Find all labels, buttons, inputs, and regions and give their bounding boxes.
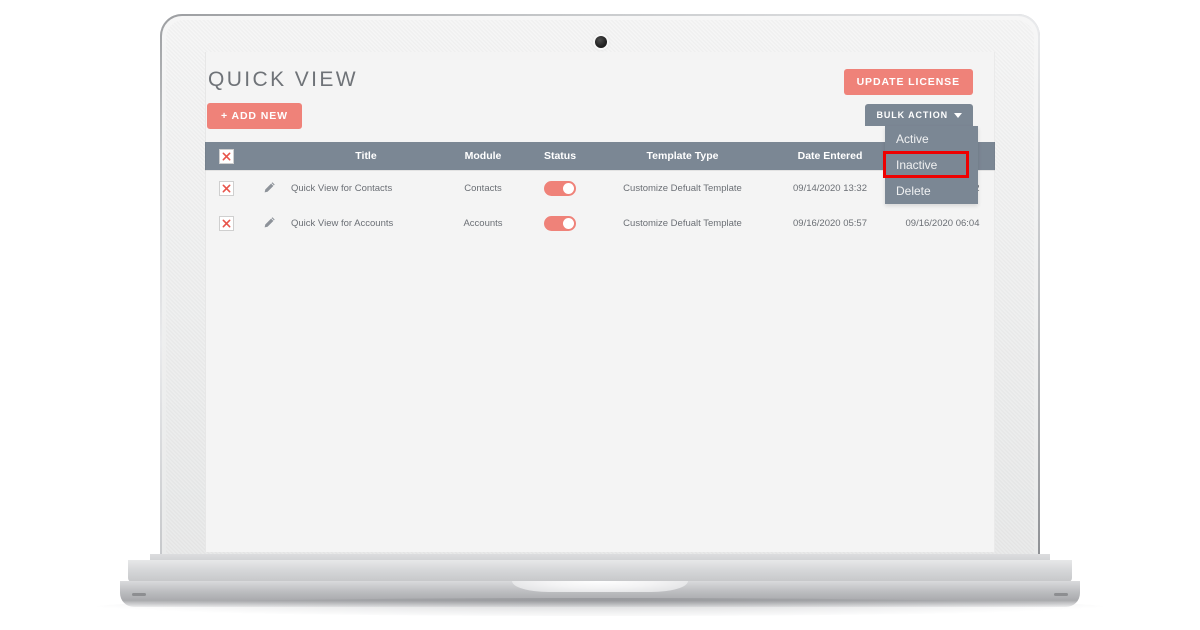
row-template-type: Customize Defualt Template	[623, 183, 742, 194]
laptop-foot-right	[1054, 593, 1068, 596]
laptop-drop-shadow	[96, 598, 1104, 616]
row-module: Accounts	[463, 218, 503, 229]
pencil-edit-icon[interactable]	[263, 181, 276, 197]
column-header-title[interactable]: Title	[291, 150, 441, 162]
column-header-module[interactable]: Module	[441, 150, 525, 162]
row-edit-cell[interactable]	[247, 181, 291, 197]
status-toggle[interactable]	[544, 181, 576, 196]
column-header-status[interactable]: Status	[525, 150, 595, 162]
app-viewport: QUICK VIEW UPDATE LICENSE + ADD NEW BULK…	[205, 52, 995, 552]
column-header-date-entered[interactable]: Date Entered	[770, 150, 890, 162]
laptop-base-notch	[512, 581, 688, 592]
toggle-knob	[563, 183, 574, 194]
x-checkbox-icon[interactable]	[218, 148, 234, 164]
x-delete-icon[interactable]	[218, 216, 234, 231]
laptop-screen: QUICK VIEW UPDATE LICENSE + ADD NEW BULK…	[205, 52, 995, 552]
pencil-edit-icon[interactable]	[263, 216, 276, 232]
laptop-foot-left	[132, 593, 146, 596]
row-title[interactable]: Quick View for Contacts	[291, 183, 441, 194]
webcam-icon	[595, 36, 607, 48]
quick-view-table: Title Module Status Template Type Date E…	[205, 142, 995, 241]
x-delete-icon[interactable]	[218, 181, 234, 196]
laptop-base	[128, 560, 1072, 582]
row-delete-cell[interactable]	[205, 181, 247, 196]
row-template-type: Customize Defualt Template	[623, 218, 742, 229]
bulk-action-button[interactable]: BULK ACTION	[865, 104, 973, 126]
laptop-mockup: QUICK VIEW UPDATE LICENSE + ADD NEW BULK…	[0, 0, 1200, 630]
bulk-action-label: BULK ACTION	[876, 110, 948, 120]
row-edit-cell[interactable]	[247, 216, 291, 232]
toggle-knob	[563, 218, 574, 229]
table-row: Quick View for Contacts Contacts Customi…	[205, 170, 995, 206]
row-date-entered: 09/16/2020 05:57	[793, 218, 867, 229]
table-row: Quick View for Accounts Accounts Customi…	[205, 206, 995, 241]
dropdown-item-inactive[interactable]: Inactive	[885, 152, 978, 178]
status-toggle[interactable]	[544, 216, 576, 231]
column-header-template-type[interactable]: Template Type	[595, 150, 770, 162]
table-header-row: Title Module Status Template Type Date E…	[205, 142, 995, 170]
row-module: Contacts	[464, 183, 502, 194]
row-title[interactable]: Quick View for Accounts	[291, 218, 441, 229]
page-title: QUICK VIEW	[208, 68, 359, 91]
row-date-entered: 09/14/2020 13:32	[793, 183, 867, 194]
row-status-cell[interactable]	[525, 216, 595, 231]
row-date-modified: 09/16/2020 06:04	[905, 218, 980, 229]
bulk-action-dropdown[interactable]: Active Inactive Delete	[885, 126, 978, 204]
row-status-cell[interactable]	[525, 181, 595, 196]
add-new-button[interactable]: + ADD NEW	[207, 103, 302, 129]
update-license-button[interactable]: UPDATE LICENSE	[843, 69, 973, 95]
dropdown-item-active[interactable]: Active	[885, 126, 978, 152]
chevron-down-icon	[954, 112, 962, 118]
select-all-cell[interactable]	[205, 148, 247, 164]
dropdown-item-delete[interactable]: Delete	[885, 178, 978, 204]
row-delete-cell[interactable]	[205, 216, 247, 231]
